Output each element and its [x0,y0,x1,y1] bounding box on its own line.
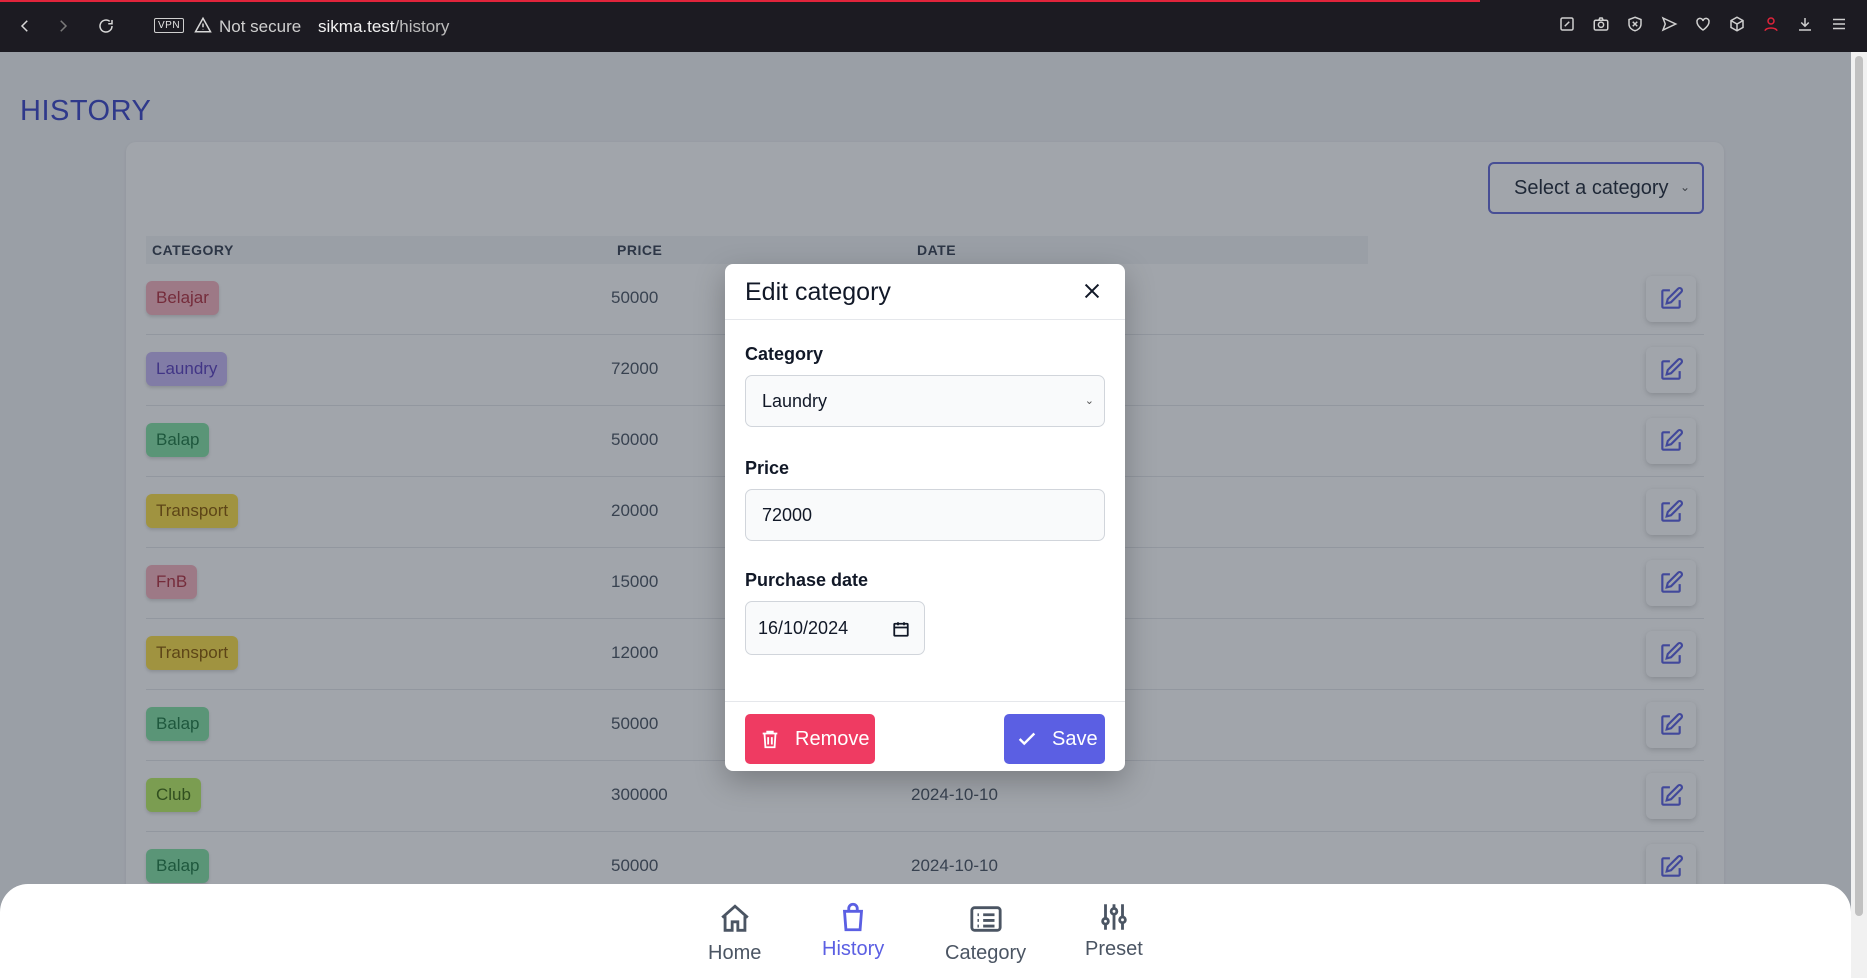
save-button[interactable]: Save [1004,714,1105,764]
price-input[interactable]: 72000 [745,489,1105,541]
close-icon[interactable] [1081,280,1103,302]
home-icon [720,904,749,932]
purchase-date-label: Purchase date [745,570,869,590]
nav-item-category[interactable]: Category [945,902,1026,965]
purchase-date-input[interactable]: 16/10/2024 [745,601,925,655]
purchase-date-value: 16/10/2024 [758,617,849,638]
price-label: Price [745,458,790,478]
send-icon[interactable] [1659,14,1679,34]
download-icon[interactable] [1795,14,1815,34]
menu-icon[interactable] [1829,14,1849,34]
remove-button[interactable]: Remove [745,714,875,764]
price-input-value: 72000 [762,504,813,525]
block-icon[interactable] [1625,14,1645,34]
reload-icon[interactable] [93,13,119,39]
nav-item-home[interactable]: Home [708,902,761,965]
nav-label-home: Home [708,942,762,964]
heart-icon[interactable] [1693,14,1713,34]
browser-toolbar: VPN Not secure sikma.test/history [0,0,1867,52]
modal-footer: Remove Save [725,701,1125,772]
loading-bar [0,0,1480,2]
nav-item-history[interactable]: History [822,900,884,961]
forward-icon[interactable] [50,13,76,39]
edit-category-modal: Edit category Category Laundry ⌄ Price 7… [725,264,1125,771]
nav-label-category: Category [945,942,1027,964]
nav-item-preset[interactable]: Preset [1085,900,1143,961]
scrollbar-thumb[interactable] [1855,56,1863,916]
camera-icon[interactable] [1591,14,1611,34]
modal-header: Edit category [725,264,1125,320]
warning-icon[interactable] [194,16,212,39]
sliders-icon [1101,904,1127,930]
vpn-badge[interactable]: VPN [154,18,185,33]
check-icon [1018,732,1036,746]
url-path: /history [394,17,450,36]
list-icon [969,906,1002,932]
back-icon[interactable] [12,13,38,39]
save-button-label: Save [1052,727,1098,750]
shopping-bag-icon [843,902,864,932]
category-select-value: Laundry [762,390,828,411]
bottom-nav: Home History Category Preset [0,884,1851,978]
profile-icon[interactable] [1761,14,1781,34]
url-host: sikma.test [318,17,395,36]
calendar-icon[interactable] [892,620,910,638]
category-label: Category [745,344,824,364]
remove-button-label: Remove [795,727,870,750]
security-label[interactable]: Not secure [219,17,301,37]
nav-label-preset: Preset [1085,938,1143,960]
page-scrollbar[interactable] [1851,52,1867,978]
cube-icon[interactable] [1727,14,1747,34]
trash-icon [762,730,778,749]
nav-label-history: History [822,938,885,960]
address-bar[interactable]: sikma.test/history [318,17,449,37]
modal-title: Edit category [745,278,891,306]
edit-page-icon[interactable] [1557,14,1577,34]
chevron-down-icon: ⌄ [1084,395,1094,407]
category-select[interactable]: Laundry ⌄ [745,375,1105,427]
toolbar-icons [1557,14,1849,34]
